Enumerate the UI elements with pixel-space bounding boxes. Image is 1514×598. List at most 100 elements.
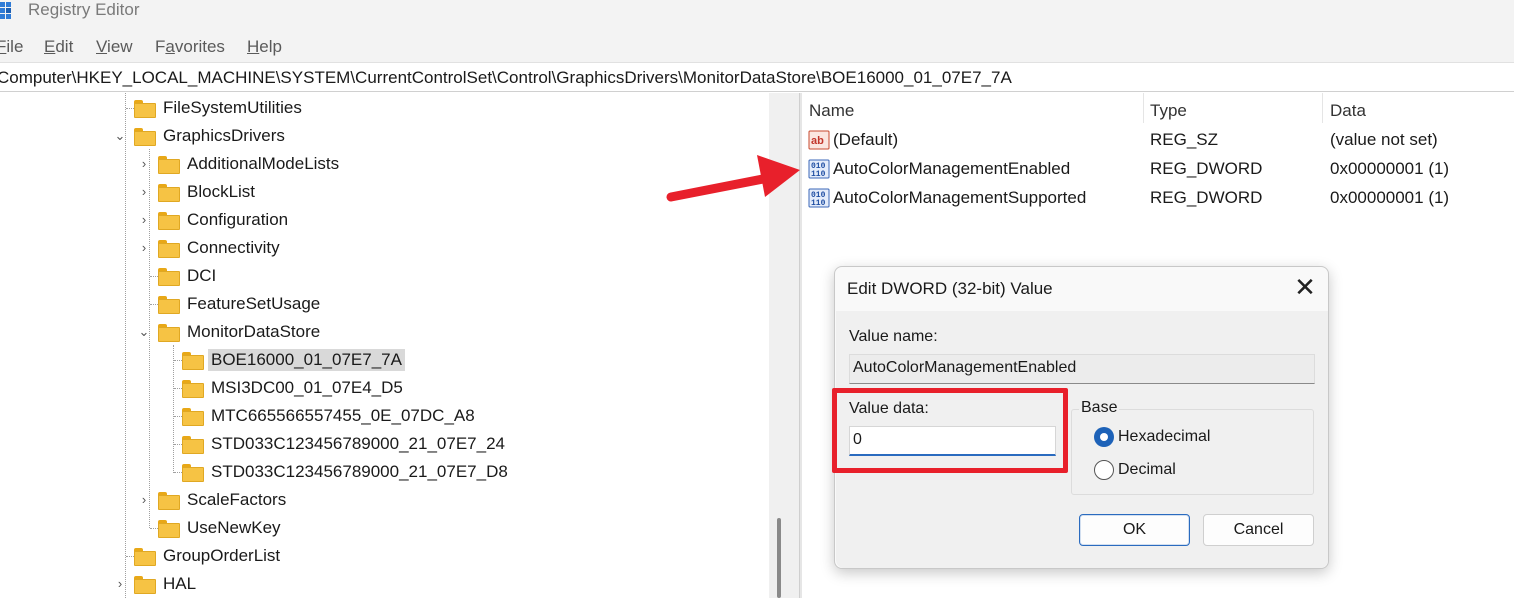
radio-hexadecimal-label: Hexadecimal bbox=[1118, 428, 1211, 445]
folder-icon bbox=[158, 212, 180, 230]
folder-icon bbox=[158, 240, 180, 258]
address-bar[interactable]: Computer\HKEY_LOCAL_MACHINE\SYSTEM\Curre… bbox=[0, 62, 1514, 92]
close-icon[interactable]: ✕ bbox=[1287, 273, 1323, 303]
tree-item-scalefactors[interactable]: › ScaleFactors bbox=[136, 486, 289, 514]
column-separator[interactable] bbox=[1322, 93, 1323, 123]
value-name-field: AutoColorManagementEnabled bbox=[849, 354, 1315, 384]
radio-decimal-label: Decimal bbox=[1118, 461, 1176, 478]
tree-item-boe16000[interactable]: BOE16000_01_07E7_7A bbox=[160, 346, 405, 374]
registry-editor-icon bbox=[0, 2, 11, 19]
value-row-autocolormanagementsupported[interactable]: 010 110 AutoColorManagementSupported REG… bbox=[802, 184, 1514, 213]
svg-text:ab: ab bbox=[811, 135, 824, 147]
cancel-button[interactable]: Cancel bbox=[1203, 514, 1314, 546]
tree-item-label: DCI bbox=[187, 266, 217, 285]
folder-icon bbox=[182, 352, 204, 370]
chevron-right-icon[interactable]: › bbox=[136, 184, 152, 200]
tree-item-monitordatastore[interactable]: ⌄ MonitorDataStore bbox=[136, 318, 323, 346]
tree-item-label: FeatureSetUsage bbox=[187, 294, 321, 313]
chevron-down-icon[interactable]: ⌄ bbox=[112, 128, 128, 144]
tree-item-blocklist[interactable]: › BlockList bbox=[136, 178, 258, 206]
value-type: REG_DWORD bbox=[1150, 188, 1263, 207]
tree-item-label: Configuration bbox=[187, 210, 289, 229]
tree-item-connectivity[interactable]: › Connectivity bbox=[136, 234, 283, 262]
address-path[interactable]: Computer\HKEY_LOCAL_MACHINE\SYSTEM\Curre… bbox=[0, 68, 1012, 88]
folder-icon bbox=[134, 128, 156, 146]
key-tree: FileSystemUtilities ⌄ GraphicsDrivers › Ad… bbox=[0, 93, 788, 598]
column-separator[interactable] bbox=[1143, 93, 1144, 123]
tree-item-label: ScaleFactors bbox=[187, 490, 287, 509]
radio-selected-icon[interactable] bbox=[1094, 427, 1114, 447]
column-header-data[interactable]: Data bbox=[1330, 101, 1366, 121]
tree-item-hal[interactable]: › HAL bbox=[112, 570, 199, 598]
menu-file[interactable]: File bbox=[0, 37, 23, 57]
svg-text:110: 110 bbox=[811, 199, 826, 208]
value-data: (value not set) bbox=[1330, 130, 1438, 149]
tree-scrollbar-thumb[interactable] bbox=[777, 518, 781, 598]
edit-dword-dialog: Edit DWORD (32-bit) Value ✕ Value name: … bbox=[832, 266, 1329, 569]
base-group bbox=[1071, 409, 1314, 495]
chevron-right-icon[interactable]: › bbox=[136, 492, 152, 508]
folder-icon bbox=[182, 436, 204, 454]
folder-icon bbox=[158, 324, 180, 342]
column-header-type[interactable]: Type bbox=[1150, 101, 1187, 121]
menu-edit[interactable]: Edit bbox=[44, 37, 73, 57]
tree-item-label: MTC665566557455_0E_07DC_A8 bbox=[211, 406, 475, 425]
radio-unselected-icon[interactable] bbox=[1094, 460, 1114, 480]
value-row-default[interactable]: ab (Default) REG_SZ (value not set) bbox=[802, 126, 1514, 155]
value-data-input[interactable]: 0 bbox=[849, 426, 1056, 456]
menu-bar: File Edit View Favorites Help bbox=[0, 30, 1514, 62]
tree-item-grouporderlist[interactable]: GroupOrderList bbox=[112, 542, 283, 570]
tree-scrollbar[interactable] bbox=[769, 93, 799, 598]
tree-item-label: MSI3DC00_01_07E4_D5 bbox=[211, 378, 403, 397]
chevron-down-icon[interactable]: ⌄ bbox=[136, 324, 152, 340]
chevron-right-icon[interactable]: › bbox=[136, 156, 152, 172]
radio-hexadecimal[interactable]: Hexadecimal bbox=[1094, 427, 1210, 447]
folder-icon bbox=[134, 100, 156, 118]
value-name-label: Value name: bbox=[849, 328, 938, 345]
tree-item-label: BOE16000_01_07E7_7A bbox=[208, 349, 405, 371]
tree-item-usenewkey[interactable]: UseNewKey bbox=[136, 514, 284, 542]
value-type: REG_DWORD bbox=[1150, 159, 1263, 178]
value-name: (Default) bbox=[833, 130, 899, 149]
value-row-autocolormanagementenabled[interactable]: 010 110 AutoColorManagementEnabled REG_D… bbox=[802, 155, 1514, 184]
folder-icon bbox=[158, 268, 180, 286]
tree-item-label: MonitorDataStore bbox=[187, 322, 321, 341]
folder-icon bbox=[182, 380, 204, 398]
folder-icon bbox=[158, 156, 180, 174]
menu-view[interactable]: View bbox=[96, 37, 133, 57]
tree-item-msi3dc00[interactable]: MSI3DC00_01_07E4_D5 bbox=[160, 374, 406, 402]
menu-help[interactable]: Help bbox=[247, 37, 282, 57]
tree-item-label: GroupOrderList bbox=[163, 546, 281, 565]
folder-icon bbox=[134, 548, 156, 566]
tree-item-label: HAL bbox=[163, 574, 197, 593]
binary-value-icon: 010 110 bbox=[808, 188, 830, 208]
tree-item-std033c-24[interactable]: STD033C123456789000_21_07E7_24 bbox=[160, 430, 508, 458]
chevron-right-icon[interactable]: › bbox=[112, 576, 128, 592]
tree-item-filesystemutilities[interactable]: FileSystemUtilities bbox=[112, 94, 305, 122]
tree-item-label: STD033C123456789000_21_07E7_D8 bbox=[211, 462, 508, 481]
chevron-right-icon[interactable]: › bbox=[136, 240, 152, 256]
tree-item-label: Connectivity bbox=[187, 238, 280, 257]
tree-item-additionalmodelists[interactable]: › AdditionalModeLists bbox=[136, 150, 342, 178]
value-name: AutoColorManagementEnabled bbox=[833, 159, 1071, 178]
value-data-label: Value data: bbox=[849, 400, 929, 417]
tree-item-label: STD033C123456789000_21_07E7_24 bbox=[211, 434, 505, 453]
tree-item-featuresetusage[interactable]: FeatureSetUsage bbox=[136, 290, 323, 318]
folder-icon bbox=[134, 576, 156, 594]
chevron-right-icon[interactable]: › bbox=[136, 212, 152, 228]
ok-button[interactable]: OK bbox=[1079, 514, 1190, 546]
tree-item-label: AdditionalModeLists bbox=[187, 154, 340, 173]
tree-item-std033c-d8[interactable]: STD033C123456789000_21_07E7_D8 bbox=[160, 458, 511, 486]
tree-item-label: FileSystemUtilities bbox=[163, 98, 302, 117]
value-name: AutoColorManagementSupported bbox=[833, 188, 1087, 207]
menu-favorites[interactable]: Favorites bbox=[155, 37, 225, 57]
tree-item-graphicsdrivers[interactable]: ⌄ GraphicsDrivers bbox=[112, 122, 288, 150]
tree-item-mtc665566557455[interactable]: MTC665566557455_0E_07DC_A8 bbox=[160, 402, 478, 430]
title-bar: Registry Editor bbox=[0, 0, 1514, 30]
column-header-name[interactable]: Name bbox=[809, 101, 854, 121]
value-data: 0x00000001 (1) bbox=[1330, 188, 1450, 207]
tree-item-dci[interactable]: DCI bbox=[136, 262, 219, 290]
radio-decimal[interactable]: Decimal bbox=[1094, 460, 1176, 480]
tree-item-configuration[interactable]: › Configuration bbox=[136, 206, 291, 234]
string-value-icon: ab bbox=[808, 130, 830, 150]
